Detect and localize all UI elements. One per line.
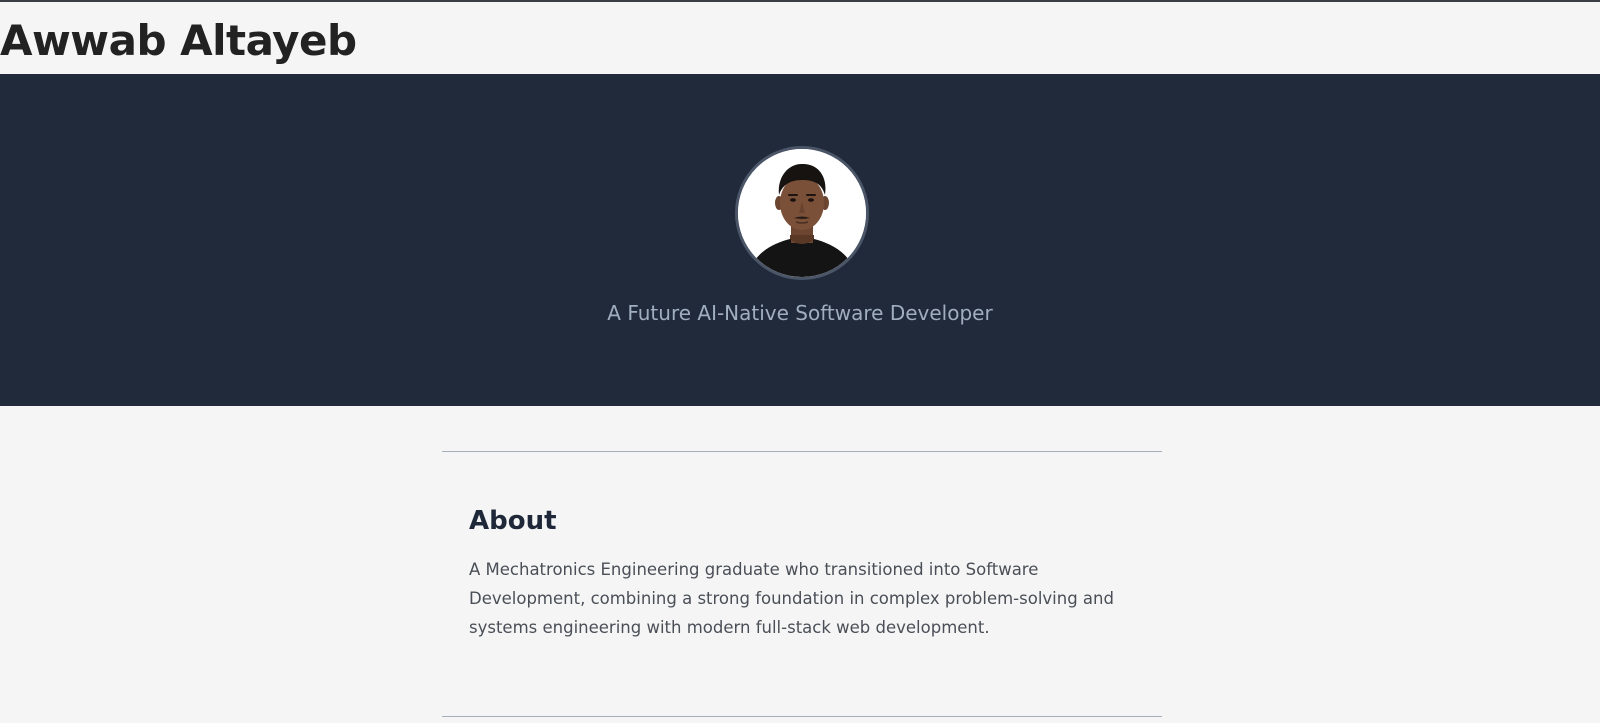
section-divider-bottom bbox=[442, 716, 1162, 717]
avatar bbox=[735, 146, 869, 280]
about-title: About bbox=[469, 506, 557, 536]
site-header: Awwab Altayeb bbox=[0, 2, 1600, 74]
about-section: About A Mechatronics Engineering graduat… bbox=[469, 505, 1149, 642]
hero-section: A Future AI-Native Software Developer bbox=[0, 74, 1600, 406]
about-description: A Mechatronics Engineering graduate who … bbox=[469, 560, 1114, 637]
site-title: Awwab Altayeb bbox=[0, 16, 357, 65]
section-divider-top bbox=[442, 451, 1162, 452]
profile-photo-icon bbox=[738, 149, 866, 277]
hero-tagline: A Future AI-Native Software Developer bbox=[607, 301, 993, 325]
